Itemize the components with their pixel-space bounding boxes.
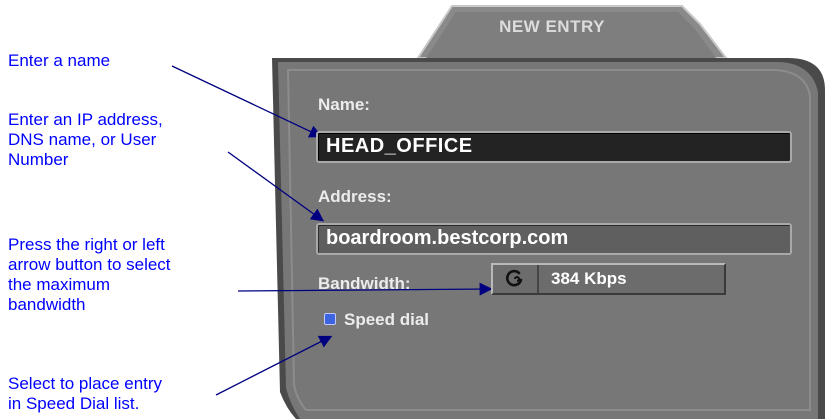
speed-dial-label[interactable]: Speed dial: [344, 310, 429, 330]
arrow-speed-dial: [215, 335, 333, 396]
callout-name: Enter a name: [8, 51, 111, 70]
callout-address: Enter an IP address, DNS name, or User N…: [8, 110, 163, 169]
address-field[interactable]: boardroom.bestcorp.com: [316, 223, 792, 255]
dialog-title: NEW ENTRY: [499, 17, 605, 36]
refresh-icon: [493, 265, 539, 293]
bandwidth-selector[interactable]: 384 Kbps: [491, 263, 726, 295]
name-label: Name:: [318, 95, 370, 114]
address-label: Address:: [318, 187, 392, 206]
callout-arrows: [171, 65, 493, 396]
callout-bandwidth: Press the right or left arrow button to …: [8, 235, 171, 314]
arrow-name: [171, 65, 323, 138]
bandwidth-value: 384 Kbps: [551, 269, 627, 288]
bandwidth-label: Bandwidth:: [318, 274, 411, 293]
callout-speed-dial: Select to place entry in Speed Dial list…: [8, 374, 163, 413]
arrow-address: [227, 151, 325, 222]
speed-dial-checkbox[interactable]: [324, 313, 336, 325]
name-field[interactable]: HEAD_OFFICE: [316, 131, 792, 163]
